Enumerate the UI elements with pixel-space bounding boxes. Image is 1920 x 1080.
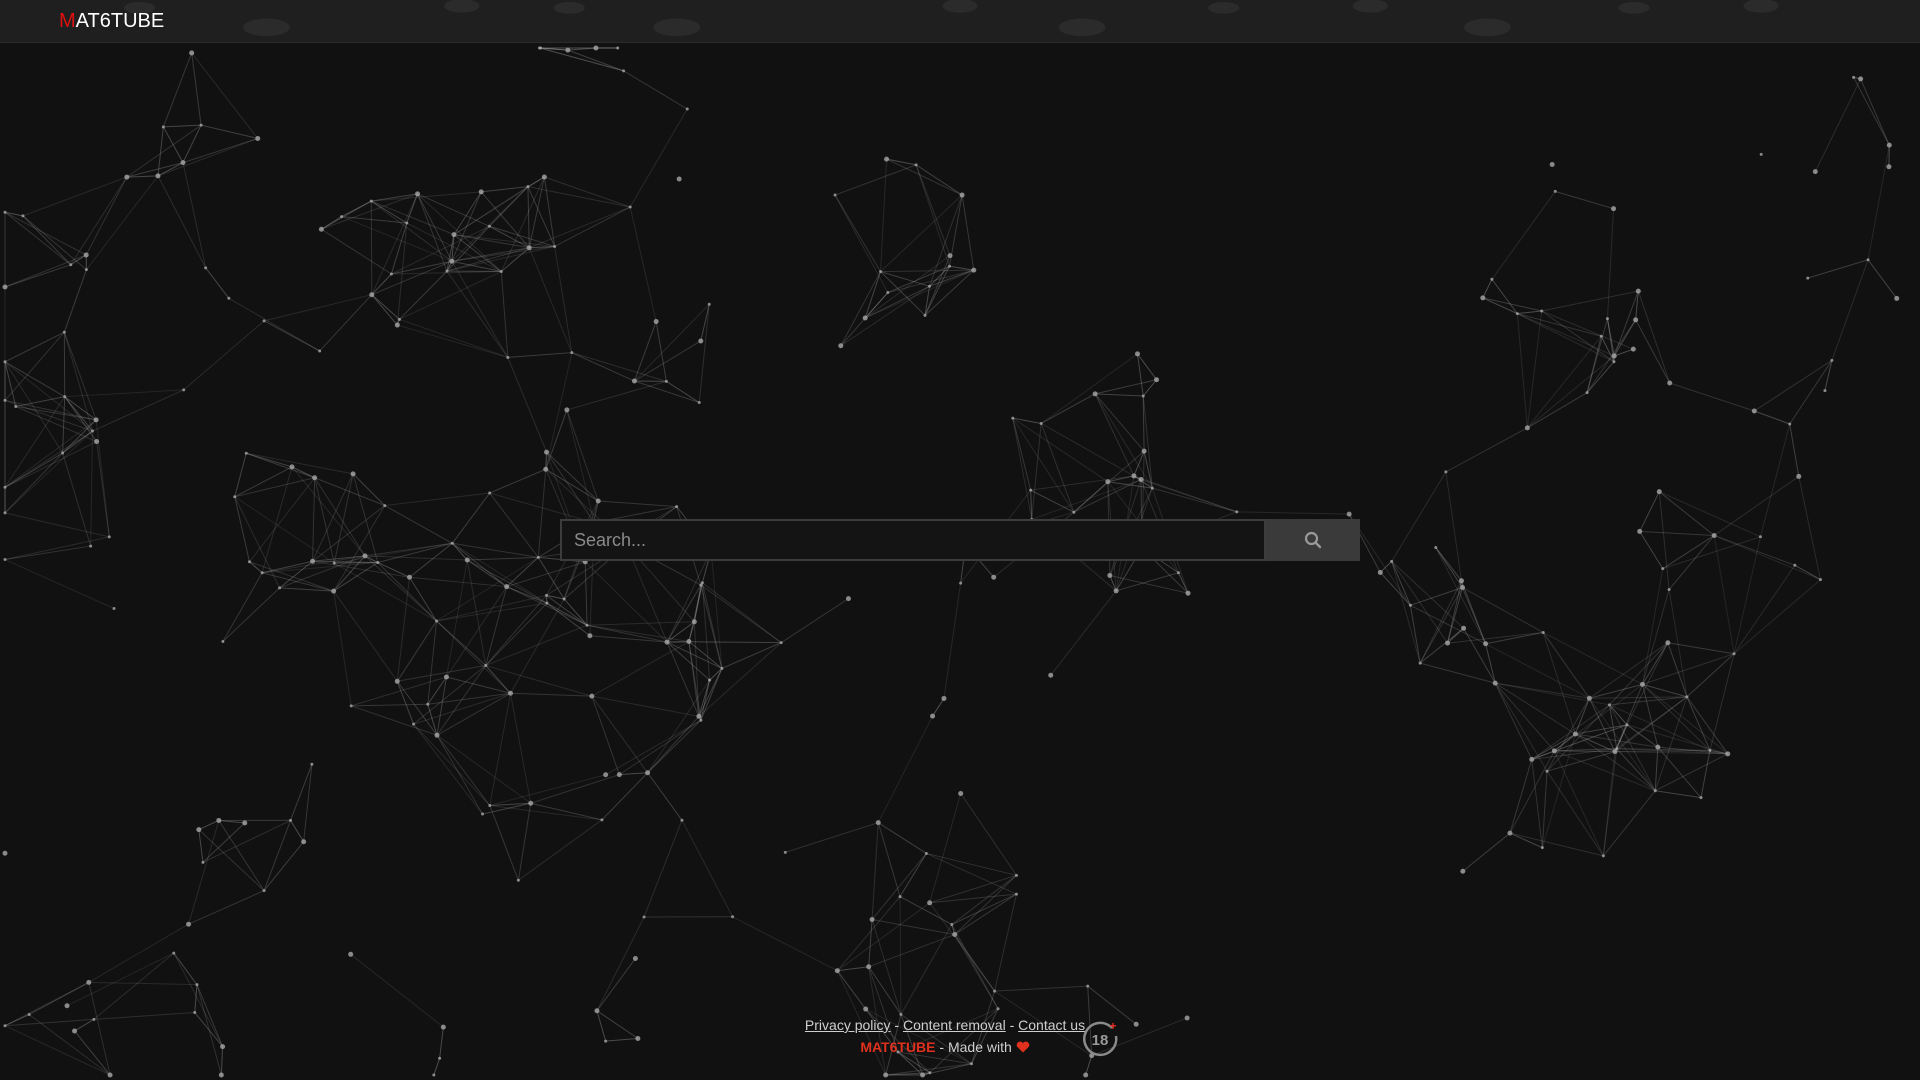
- footer: Privacy policy - Content removal - Conta…: [0, 1014, 1920, 1058]
- search-input[interactable]: [560, 519, 1266, 561]
- lips-pattern: [123, 0, 1779, 37]
- footer-links: Privacy policy - Content removal - Conta…: [0, 1014, 1920, 1036]
- age-18-plus-icon: 18 +: [1082, 1019, 1120, 1058]
- age-badge-plus: +: [1109, 1020, 1116, 1033]
- age-badge-number: 18: [1092, 1032, 1109, 1049]
- logo-text: AT6TUBE: [75, 10, 165, 32]
- privacy-policy-link[interactable]: Privacy policy: [805, 1017, 891, 1033]
- search-icon: [1304, 531, 1322, 549]
- search-form: [560, 519, 1360, 561]
- site-logo[interactable]: MAT6TUBE: [59, 10, 164, 33]
- logo-letter: M: [59, 10, 76, 32]
- heart-icon: [1016, 1041, 1029, 1053]
- contact-us-link[interactable]: Contact us: [1018, 1017, 1085, 1033]
- content-removal-link[interactable]: Content removal: [903, 1017, 1006, 1033]
- top-bar: MAT6TUBE: [0, 0, 1920, 43]
- footer-separator: -: [894, 1017, 900, 1033]
- search-button[interactable]: [1266, 519, 1360, 561]
- footer-made-with: MAT6TUBE - Made with: [0, 1036, 1920, 1058]
- made-with-text: - Made with: [939, 1039, 1012, 1055]
- footer-brand: MAT6TUBE: [860, 1039, 936, 1055]
- footer-separator: -: [1009, 1017, 1015, 1033]
